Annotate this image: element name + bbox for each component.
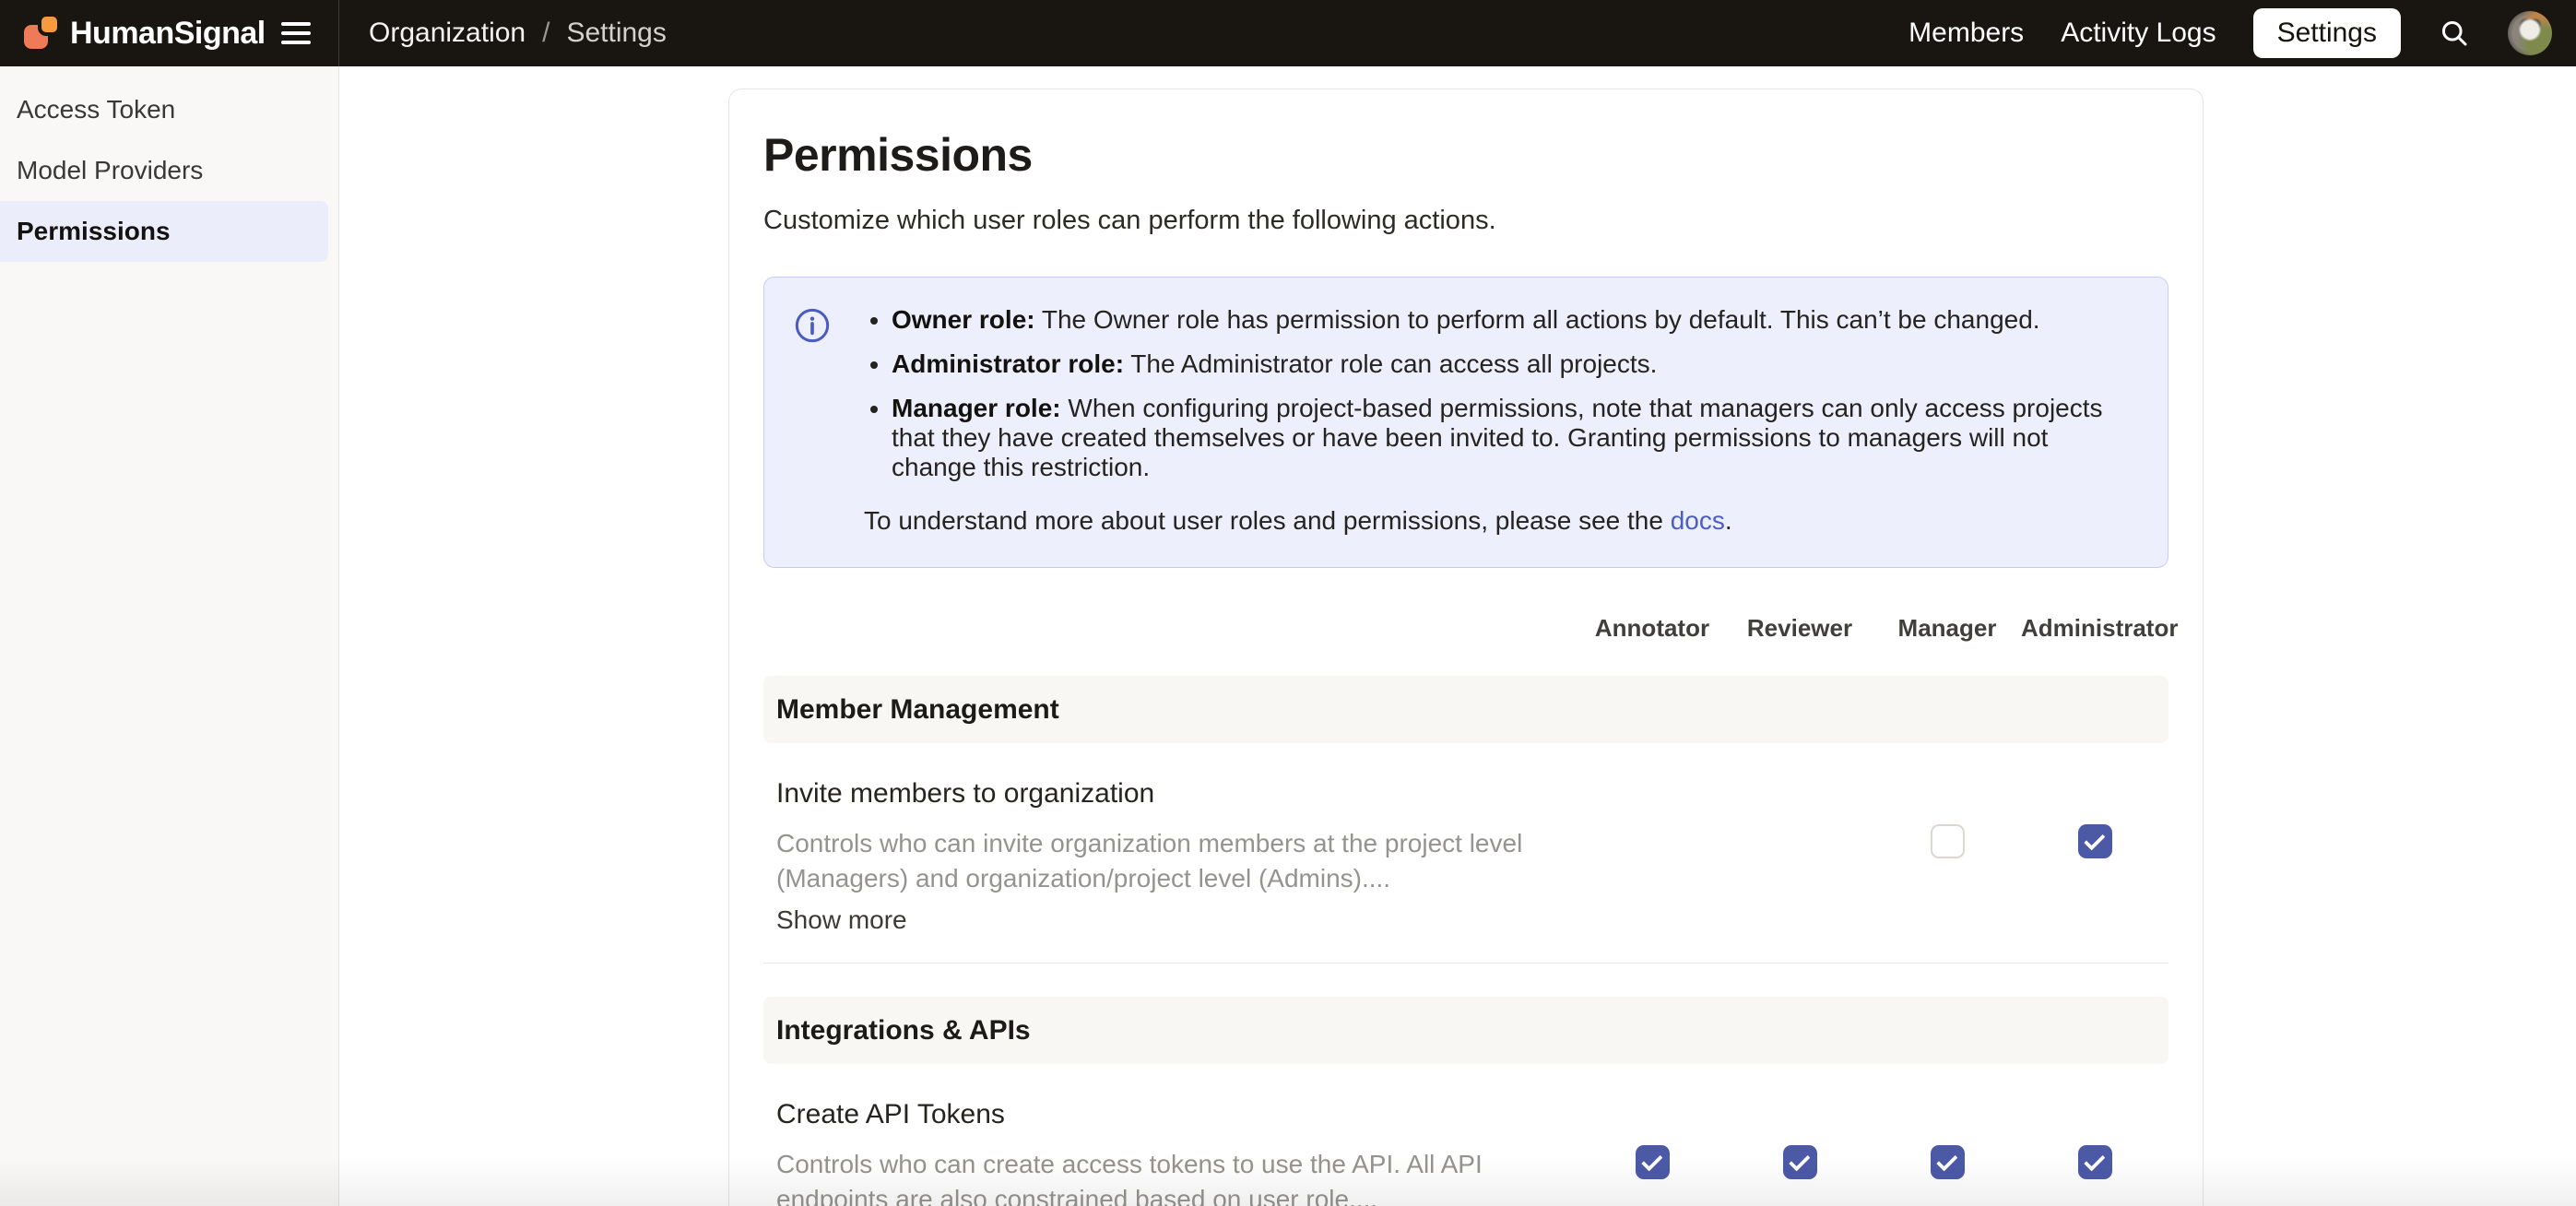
info-bullet-administrator-text: The Administrator role can access all pr… — [1124, 349, 1657, 378]
checkbox-reviewer[interactable] — [1783, 1145, 1817, 1179]
breadcrumb-separator: / — [542, 18, 549, 49]
search-icon[interactable] — [2438, 17, 2471, 50]
topbar: HumanSignal Organization / Settings Memb… — [0, 0, 2576, 66]
humansignal-logo-icon — [24, 16, 59, 51]
checkbox-administrator[interactable] — [2078, 824, 2112, 858]
topbar-right: Members Activity Logs Settings — [1908, 8, 2576, 58]
check-cell-reviewer — [1726, 778, 1873, 858]
info-callout: Owner role: The Owner role has permissio… — [763, 277, 2168, 568]
breadcrumb: Organization / Settings — [369, 18, 667, 49]
checkbox-annotator[interactable] — [1636, 1145, 1670, 1179]
check-cell-manager — [1873, 778, 2021, 858]
check-cell-reviewer — [1726, 1099, 1873, 1179]
sidebar-item-permissions[interactable]: Permissions — [0, 201, 328, 262]
nav-members[interactable]: Members — [1908, 18, 2024, 49]
sidebar-item-model-providers[interactable]: Model Providers — [0, 140, 338, 201]
sidebar-item-access-token[interactable]: Access Token — [0, 79, 338, 140]
role-header-spacer — [763, 614, 1578, 643]
brand[interactable]: HumanSignal — [24, 16, 266, 52]
info-footer-period: . — [1725, 506, 1732, 535]
permissions-card: Permissions Customize which user roles c… — [728, 89, 2204, 1206]
page-title: Permissions — [763, 128, 2168, 182]
permission-title: Invite members to organization — [776, 778, 1578, 810]
check-cell-annotator — [1578, 1099, 1726, 1179]
role-header-reviewer: Reviewer — [1726, 614, 1873, 643]
role-header-row: Annotator Reviewer Manager Administrator — [763, 614, 2168, 643]
permission-row-create-api-tokens: Create API Tokens Controls who can creat… — [763, 1064, 2168, 1206]
docs-link[interactable]: docs — [1671, 506, 1725, 535]
role-header-annotator: Annotator — [1578, 614, 1726, 643]
check-cell-annotator — [1578, 778, 1726, 858]
avatar[interactable] — [2508, 11, 2552, 55]
role-header-manager: Manager — [1873, 614, 2021, 643]
page-subtitle: Customize which user roles can perform t… — [763, 206, 2168, 236]
info-bullet-owner-text: The Owner role has permission to perform… — [1035, 305, 2040, 334]
permission-description: Controls who can invite organization mem… — [776, 826, 1578, 896]
permission-text: Invite members to organization Controls … — [776, 778, 1578, 935]
permission-title: Create API Tokens — [776, 1099, 1578, 1130]
info-footer-text: To understand more about user roles and … — [864, 506, 1671, 535]
breadcrumb-settings[interactable]: Settings — [566, 18, 666, 49]
nav-activity-logs[interactable]: Activity Logs — [2061, 18, 2216, 49]
info-bullet-administrator: Administrator role: The Administrator ro… — [892, 349, 2131, 379]
permission-text: Create API Tokens Controls who can creat… — [776, 1099, 1578, 1206]
nav-settings-button[interactable]: Settings — [2253, 8, 2401, 58]
section-name: Member Management — [776, 694, 1059, 726]
info-bullet-manager-text: When configuring project-based permissio… — [892, 394, 2103, 481]
section-name: Integrations & APIs — [776, 1015, 1031, 1046]
info-bullet-owner: Owner role: The Owner role has permissio… — [892, 305, 2131, 335]
check-cell-administrator — [2021, 1099, 2168, 1179]
brand-name: HumanSignal — [70, 16, 266, 52]
check-cell-manager — [1873, 1099, 2021, 1179]
info-body: Owner role: The Owner role has permissio… — [864, 305, 2131, 536]
info-icon — [794, 307, 831, 536]
section-integrations-apis: Integrations & APIs — [763, 997, 2168, 1064]
sidebar: Access Token Model Providers Permissions — [0, 66, 339, 1206]
show-more-link[interactable]: Show more — [776, 905, 907, 935]
check-cell-administrator — [2021, 778, 2168, 858]
breadcrumb-organization[interactable]: Organization — [369, 18, 526, 49]
info-bullet-manager: Manager role: When configuring project-b… — [892, 394, 2131, 482]
checkbox-administrator[interactable] — [2078, 1145, 2112, 1179]
role-header-administrator: Administrator — [2021, 614, 2168, 643]
permission-description: Controls who can create access tokens to… — [776, 1147, 1578, 1206]
topbar-left: HumanSignal — [0, 0, 339, 66]
info-footer: To understand more about user roles and … — [864, 506, 2131, 536]
main-content: Permissions Customize which user roles c… — [339, 66, 2576, 1206]
checkbox-manager[interactable] — [1931, 1145, 1965, 1179]
section-member-management: Member Management — [763, 676, 2168, 743]
app-root: HumanSignal Organization / Settings Memb… — [0, 0, 2576, 1206]
checkbox-manager[interactable] — [1931, 824, 1965, 858]
permission-row-invite-members: Invite members to organization Controls … — [763, 743, 2168, 964]
hamburger-menu-icon[interactable] — [279, 17, 313, 50]
info-bullet-manager-bold: Manager role: — [892, 394, 1061, 422]
info-bullet-administrator-bold: Administrator role: — [892, 349, 1124, 378]
info-bullet-owner-bold: Owner role: — [892, 305, 1035, 334]
info-bullet-list: Owner role: The Owner role has permissio… — [864, 305, 2131, 482]
